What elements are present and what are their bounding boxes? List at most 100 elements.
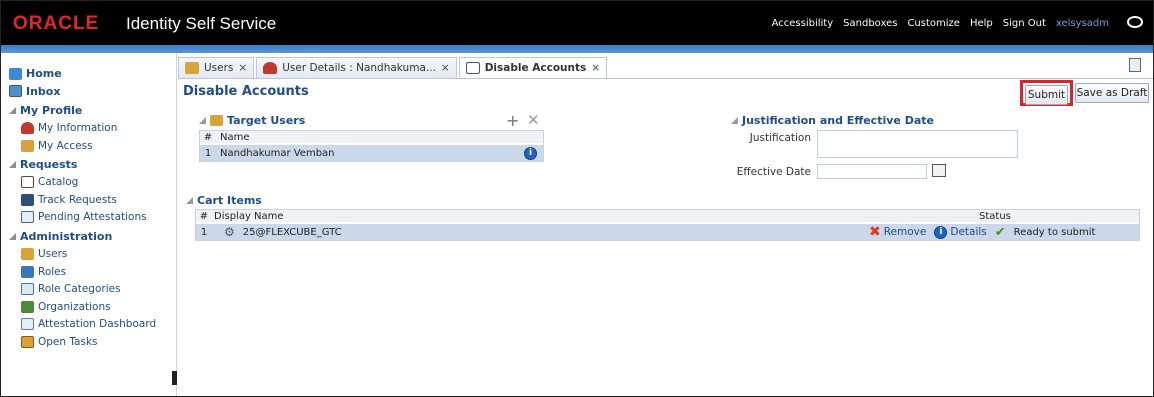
customize-link[interactable]: Customize: [907, 18, 960, 29]
my-profile-section[interactable]: My Profile: [9, 102, 174, 119]
administration-section[interactable]: Administration: [9, 228, 174, 245]
table-row[interactable]: 1 Nandhakumar Vemban i: [200, 145, 543, 161]
tab-divider: [178, 78, 1153, 79]
sidebar-item-label: Catalog: [38, 176, 79, 189]
remove-x-icon[interactable]: ✖: [869, 224, 881, 240]
sidebar-item-track-requests[interactable]: Track Requests: [9, 191, 174, 209]
section-title: My Profile: [20, 104, 83, 118]
cart-items-header[interactable]: Cart Items: [186, 194, 262, 207]
collapse-triangle-icon: [731, 117, 738, 124]
sidebar-item-label: Home: [26, 67, 62, 81]
info-icon[interactable]: i: [934, 225, 948, 239]
user-key-icon: [21, 139, 34, 152]
collapse-triangle-icon: [199, 117, 206, 124]
tab-label: User Details : Nandhakuma...: [282, 62, 436, 74]
sandboxes-link[interactable]: Sandboxes: [843, 18, 897, 29]
sidebar-item-label: Inbox: [26, 84, 61, 98]
sidebar-item-role-categories[interactable]: Role Categories: [9, 280, 174, 298]
tab-user-details[interactable]: User Details : Nandhakuma... ×: [256, 57, 457, 78]
justification-field[interactable]: [817, 130, 1018, 158]
sidebar-item-label: Role Categories: [38, 283, 121, 296]
sidebar-item-home[interactable]: Home: [9, 65, 174, 83]
app-window: ORACLE Identity Self Service Accessibili…: [0, 0, 1154, 397]
column-header[interactable]: Name: [216, 132, 250, 143]
column-header[interactable]: Status: [979, 211, 1011, 222]
cart-items-table: # Display Name Status 1 ⚙ 25@FLEXCUBE_GT…: [195, 209, 1140, 241]
user-name: Nandhakumar Vemban: [220, 147, 335, 159]
close-icon[interactable]: ×: [238, 62, 247, 74]
oracle-logo: ORACLE: [13, 13, 100, 34]
sidebar-item-label: Open Tasks: [38, 335, 98, 348]
sidebar-item-my-information[interactable]: My Information: [9, 119, 174, 137]
info-icon[interactable]: i: [524, 146, 537, 160]
table-header: # Name: [200, 131, 543, 143]
sidebar-item-pending-attestations[interactable]: Pending Attestations: [9, 209, 174, 227]
sidebar-item-users[interactable]: Users: [9, 245, 174, 263]
global-links: Accessibility Sandboxes Customize Help S…: [772, 18, 1109, 29]
help-link[interactable]: Help: [970, 18, 993, 29]
sidebar-item-label: Users: [38, 247, 68, 260]
username: xelsysadm: [1055, 18, 1109, 29]
dashboard-icon: [21, 318, 34, 331]
column-header[interactable]: Display Name: [212, 211, 284, 222]
tab-label: Disable Accounts: [484, 62, 587, 74]
close-icon[interactable]: ×: [591, 62, 600, 74]
details-link[interactable]: Details: [950, 226, 986, 238]
sidebar-collapse-handle[interactable]: [172, 371, 177, 385]
checkmark-icon: ✔: [994, 224, 1006, 240]
table-row[interactable]: 1 ⚙ 25@FLEXCUBE_GTC ✖ Remove i Details ✔…: [196, 224, 1139, 240]
collapse-triangle-icon: [9, 107, 16, 115]
sidebar-item-organizations[interactable]: Organizations: [9, 298, 174, 316]
person-icon: [263, 62, 278, 74]
sidebar-item-catalog[interactable]: Catalog: [9, 173, 174, 191]
add-icon[interactable]: +: [506, 111, 519, 130]
sidebar-item-inbox[interactable]: Inbox: [9, 83, 174, 101]
tab-bar: Users × User Details : Nandhakuma... × D…: [178, 57, 609, 79]
tab-disable-accounts[interactable]: Disable Accounts ×: [458, 57, 608, 78]
accessibility-link[interactable]: Accessibility: [772, 18, 834, 29]
top-header: ORACLE Identity Self Service Accessibili…: [1, 1, 1153, 45]
effective-date-field[interactable]: [817, 164, 927, 179]
section-title: Cart Items: [197, 194, 262, 207]
justification-header[interactable]: Justification and Effective Date: [731, 114, 934, 127]
section-title: Justification and Effective Date: [742, 114, 934, 127]
sidebar-item-my-access[interactable]: My Access: [9, 137, 174, 155]
table-header: # Display Name Status: [196, 210, 1139, 222]
justification-label: Justification: [749, 132, 811, 144]
save-as-draft-button[interactable]: Save as Draft: [1075, 83, 1149, 103]
calendar-icon[interactable]: [932, 164, 946, 177]
page-options-icon[interactable]: [1129, 58, 1141, 72]
column-header: #: [199, 210, 209, 222]
submit-button[interactable]: Submit: [1025, 85, 1068, 105]
section-title: Target Users: [227, 114, 306, 127]
sidebar-item-attestation-dashboard[interactable]: Attestation Dashboard: [9, 316, 174, 334]
tab-label: Users: [204, 62, 234, 74]
home-icon: [9, 67, 22, 80]
tab-users[interactable]: Users ×: [178, 57, 255, 78]
display-name: 25@FLEXCUBE_GTC: [242, 226, 342, 238]
row-number: 1: [200, 226, 208, 238]
sidebar-item-label: Pending Attestations: [38, 211, 147, 224]
requests-section[interactable]: Requests: [9, 156, 174, 173]
collapse-triangle-icon: [9, 161, 16, 169]
collapse-triangle-icon: [186, 197, 193, 204]
target-users-header[interactable]: Target Users: [199, 114, 305, 127]
person-icon: [21, 121, 34, 134]
users-icon: [210, 115, 223, 126]
oracle-o-icon: [1127, 16, 1143, 28]
users-icon: [21, 247, 34, 260]
sidebar-item-roles[interactable]: Roles: [9, 263, 174, 281]
close-icon[interactable]: ×: [441, 62, 450, 74]
row-actions: ✖ Remove i Details ✔ Ready to submit: [869, 224, 1095, 240]
sidebar-item-label: My Access: [38, 139, 93, 152]
sidebar-item-open-tasks[interactable]: Open Tasks: [9, 333, 174, 351]
roles-icon: [21, 265, 34, 278]
sign-out-link[interactable]: Sign Out: [1003, 18, 1046, 29]
remove-icon[interactable]: ✕: [527, 111, 540, 129]
effective-date-label: Effective Date: [736, 166, 811, 178]
sidebar-item-label: Roles: [38, 265, 67, 278]
remove-link[interactable]: Remove: [884, 226, 927, 238]
book-icon: [465, 62, 480, 74]
section-title: Requests: [20, 158, 78, 172]
organizations-icon: [21, 300, 34, 313]
